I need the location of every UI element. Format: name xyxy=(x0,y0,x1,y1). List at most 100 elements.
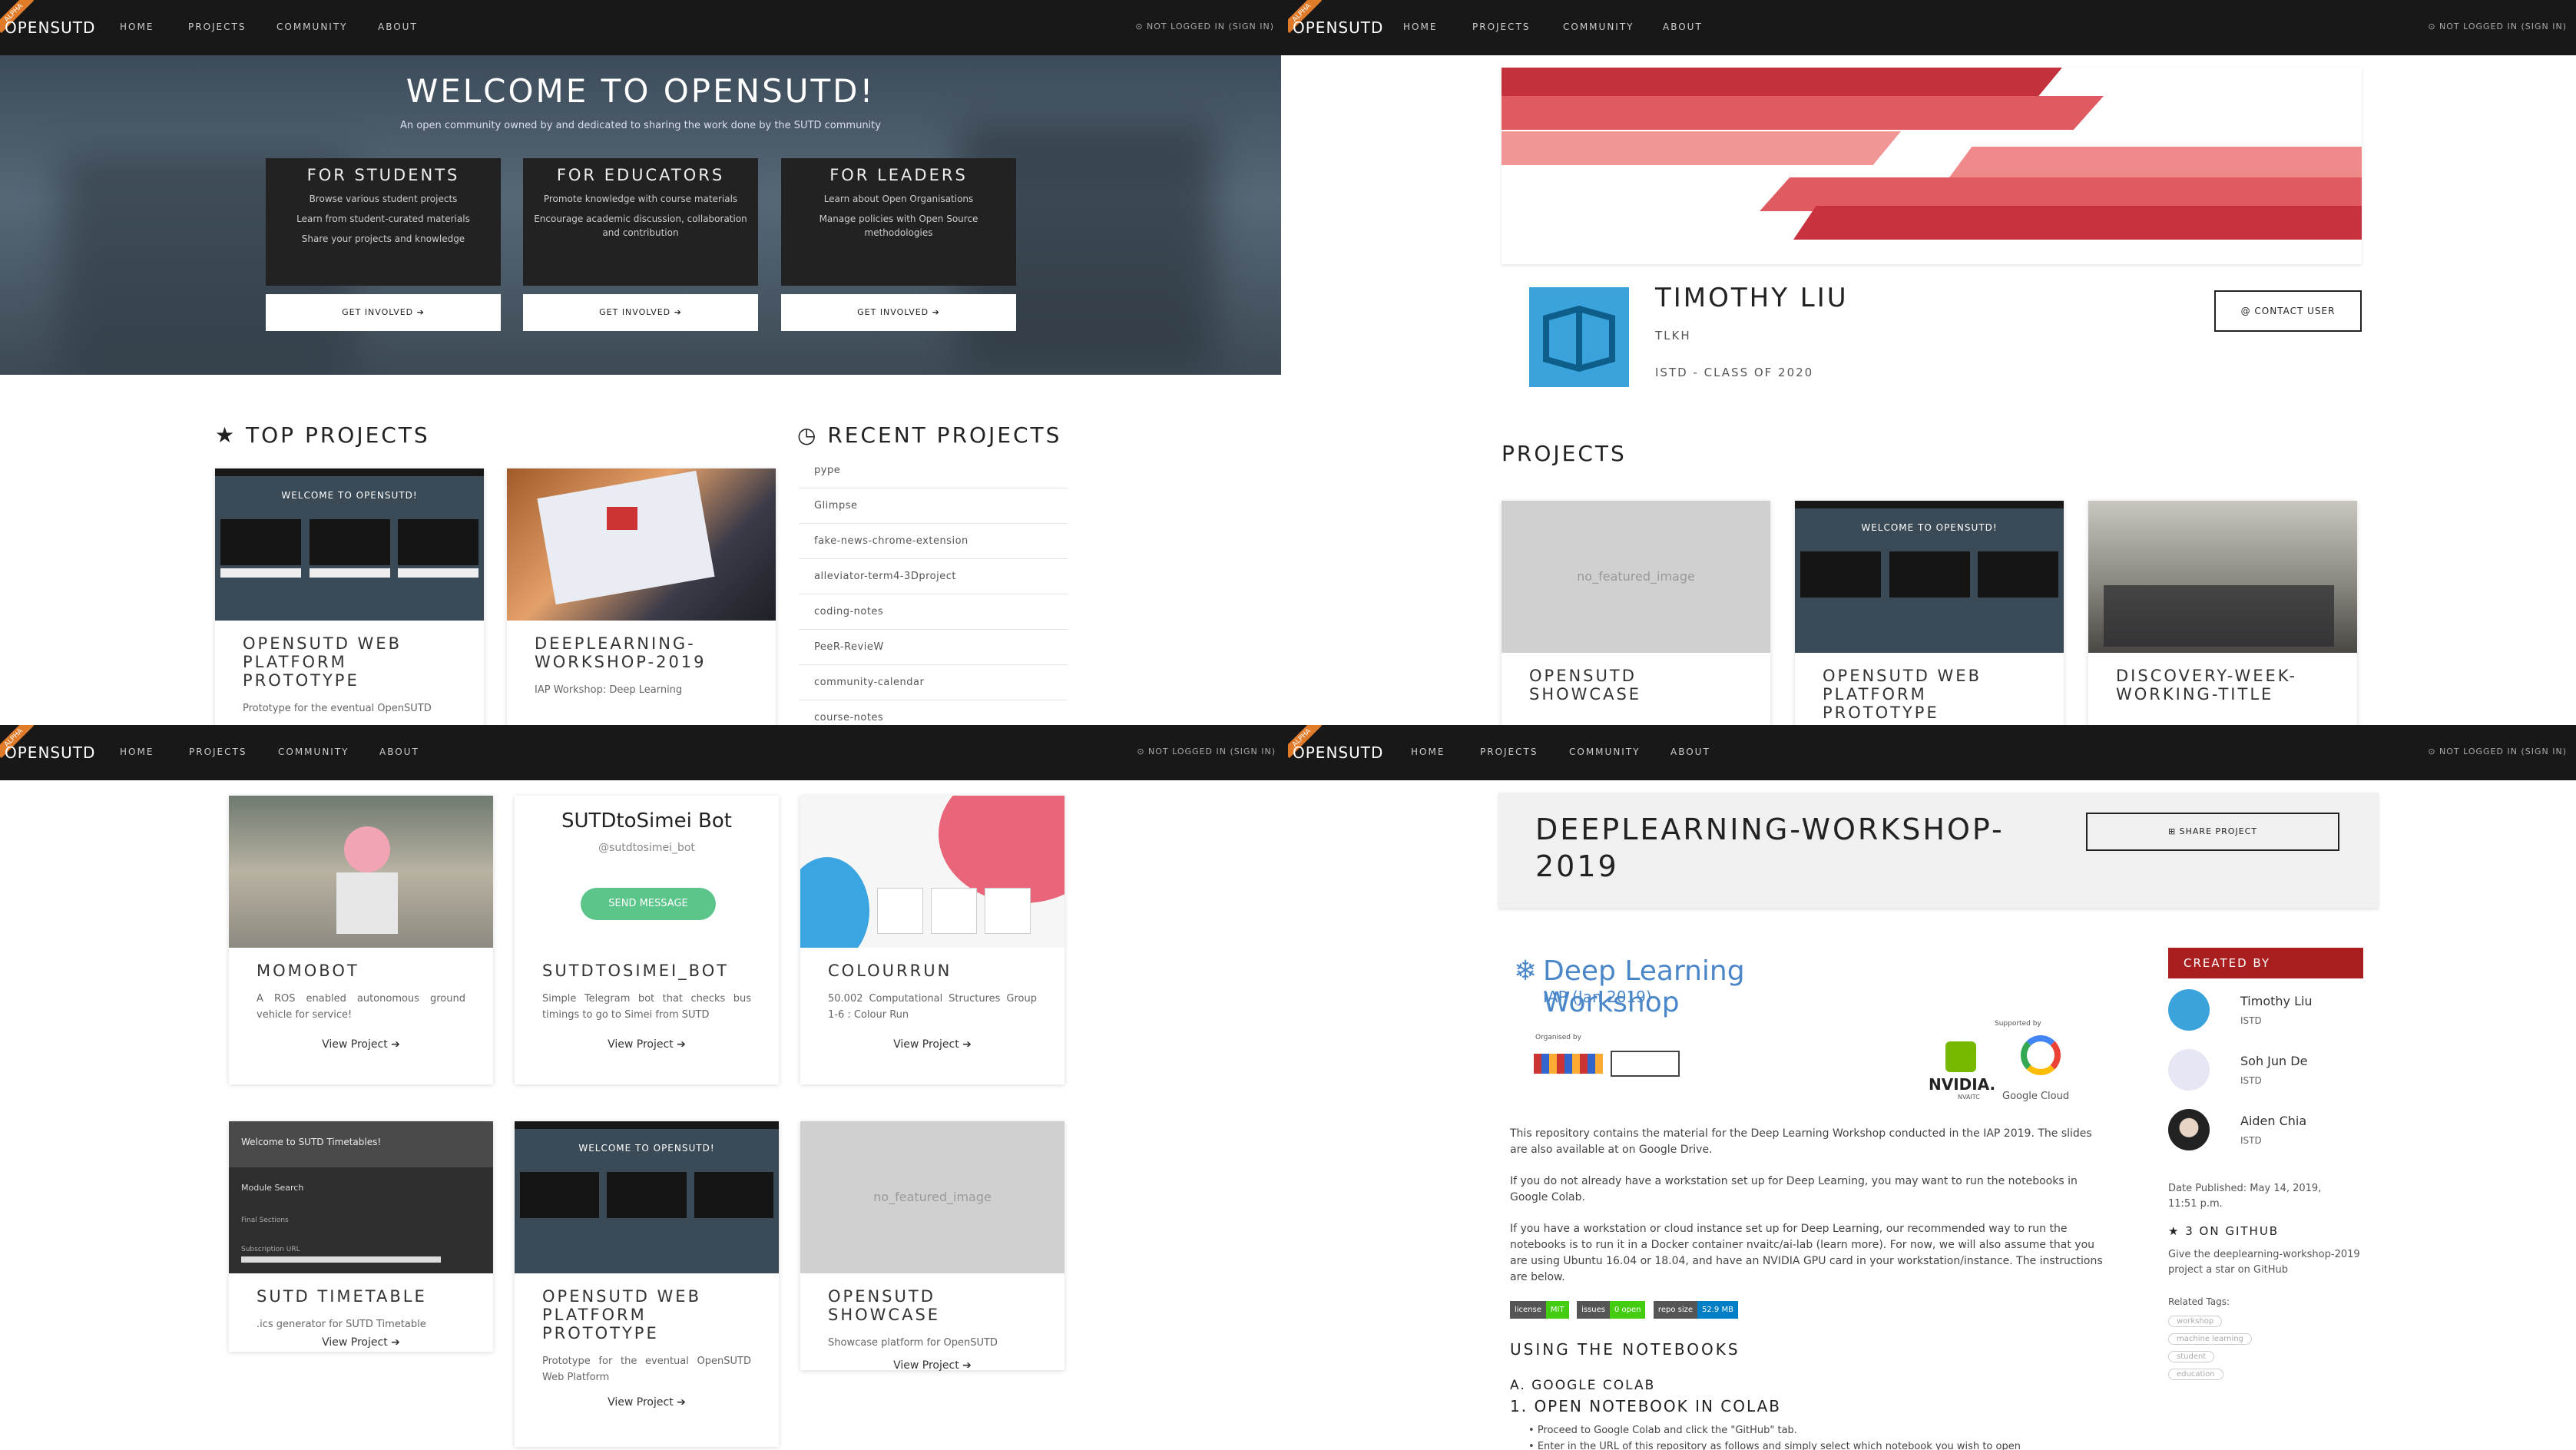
view-project-link[interactable]: View Project ➔ xyxy=(515,1396,779,1421)
mini-card xyxy=(220,519,301,565)
project-thumbnail: Welcome to SUTD Timetables! Module Searc… xyxy=(229,1121,493,1273)
bot-name: SUTDtoSimei Bot xyxy=(561,809,732,833)
project-desc: A ROS enabled autonomous ground vehicle … xyxy=(257,993,465,1021)
tag-chip[interactable]: education xyxy=(2168,1369,2223,1380)
project-card[interactable]: MOMOBOT A ROS enabled autonomous ground … xyxy=(229,796,493,1084)
avatar xyxy=(2168,989,2210,1031)
top-projects-heading: ★ TOP PROJECTS xyxy=(215,422,430,448)
recent-project-link[interactable]: course-notes xyxy=(799,700,1068,725)
send-message-button[interactable]: SEND MESSAGE xyxy=(581,888,716,920)
project-card[interactable]: Welcome to SUTD Timetables! Module Searc… xyxy=(229,1121,493,1352)
share-project-button[interactable]: ⊞ SHARE PROJECT xyxy=(2086,813,2339,851)
recent-project-link[interactable]: fake-news-chrome-extension xyxy=(799,524,1068,559)
nav-projects[interactable]: PROJECTS xyxy=(1472,22,1530,32)
date-published: Date Published: May 14, 2019, 11:51 p.m. xyxy=(2168,1183,2322,1210)
project-card[interactable]: WELCOME TO OPENSUTD! OPENSUTD WEB PLATFO… xyxy=(215,468,484,725)
github-stars[interactable]: ★ 3 ON GITHUB xyxy=(2168,1224,2279,1238)
section-heading: USING THE NOTEBOOKS xyxy=(1510,1340,1740,1359)
project-thumbnail: no_featured_image xyxy=(800,1121,1065,1273)
nav-about[interactable]: ABOUT xyxy=(1663,22,1703,32)
google-cloud-label: Google Cloud xyxy=(2002,1091,2070,1102)
site-screenshot: WELCOME TO OPENSUTD! xyxy=(1795,501,2064,653)
login-text: NOT LOGGED IN (SIGN IN) xyxy=(2439,22,2567,31)
brand-logo[interactable]: OPENSUTD xyxy=(5,18,95,37)
list-item: • Enter in the URL of this repository as… xyxy=(1510,1438,2112,1450)
sign-in-link[interactable]: ⊙ NOT LOGGED IN (SIGN IN) xyxy=(1137,747,1276,756)
recent-project-link[interactable]: Glimpse xyxy=(799,488,1068,524)
nav-community[interactable]: COMMUNITY xyxy=(1569,747,1641,757)
hero-banner: WELCOME TO OPENSUTD! An open community o… xyxy=(0,55,1281,375)
star-note: Give the deeplearning-workshop-2019 proj… xyxy=(2168,1249,2360,1276)
section-heading: A. GOOGLE COLAB xyxy=(1510,1378,1656,1393)
mini-button xyxy=(309,568,390,578)
recent-project-link[interactable]: community-calendar xyxy=(799,665,1068,700)
nvidia-label: NVIDIA. xyxy=(1929,1075,1996,1094)
project-desc: Simple Telegram bot that checks bus timi… xyxy=(542,993,751,1021)
recent-project-link[interactable]: alleviator-term4-3Dproject xyxy=(799,559,1068,594)
tile-shape xyxy=(985,888,1031,934)
sign-in-link[interactable]: ⊙ NOT LOGGED IN (SIGN IN) xyxy=(2428,747,2567,756)
robot-head xyxy=(344,826,390,872)
project-desc: Showcase platform for OpenSUTD xyxy=(828,1337,998,1349)
site-screenshot: WELCOME TO OPENSUTD! xyxy=(215,468,484,621)
nav-community[interactable]: COMMUNITY xyxy=(278,747,349,757)
view-project-link[interactable]: View Project ➔ xyxy=(229,1026,493,1063)
project-card[interactable]: WELCOME TO OPENSUTD! OPENSUTD WEB PLATFO… xyxy=(515,1121,779,1447)
readme-paragraph: If you do not already have a workstation… xyxy=(1510,1175,2078,1203)
nav-about[interactable]: ABOUT xyxy=(378,22,418,32)
supported-by-label: Supported by xyxy=(1995,1020,2041,1028)
project-card[interactable]: COLOURRUN 50.002 Computational Structure… xyxy=(800,796,1065,1084)
profile-handle: TLKH xyxy=(1655,329,1691,343)
project-card[interactable]: DISCOVERY-WEEK-WORKING-TITLE xyxy=(2088,501,2357,725)
view-project-link[interactable]: View Project ➔ xyxy=(800,1359,1065,1384)
nav-community[interactable]: COMMUNITY xyxy=(1563,22,1634,32)
get-involved-educators-button[interactable]: GET INVOLVED ➔ xyxy=(523,294,758,331)
view-project-link[interactable]: View Project ➔ xyxy=(229,1336,493,1361)
heading-text: RECENT PROJECTS xyxy=(827,422,1062,448)
brand-logo[interactable]: OPENSUTD xyxy=(5,743,95,762)
sign-in-link[interactable]: ⊙ NOT LOGGED IN (SIGN IN) xyxy=(1135,22,1274,31)
project-card[interactable]: no_featured_image OPENSUTD SHOWCASE Show… xyxy=(800,1121,1065,1372)
project-title: DISCOVERY-WEEK-WORKING-TITLE xyxy=(2116,667,2297,703)
login-text: NOT LOGGED IN (SIGN IN) xyxy=(1147,22,1274,31)
nav-projects[interactable]: PROJECTS xyxy=(189,747,247,757)
tile-shape xyxy=(931,888,977,934)
recent-project-link[interactable]: coding-notes xyxy=(799,594,1068,630)
brand-logo[interactable]: OPENSUTD xyxy=(1293,743,1383,762)
view-project-link[interactable]: View Project ➔ xyxy=(515,1026,779,1063)
nav-home[interactable]: HOME xyxy=(1411,747,1445,757)
nav-about[interactable]: ABOUT xyxy=(379,747,419,757)
contact-user-button[interactable]: @ CONTACT USER xyxy=(2214,290,2362,332)
tag-list: workshop machine learning student educat… xyxy=(2168,1312,2306,1382)
button-label: CONTACT USER xyxy=(2254,306,2336,316)
sign-in-link[interactable]: ⊙ NOT LOGGED IN (SIGN IN) xyxy=(2428,22,2567,31)
nav-about[interactable]: ABOUT xyxy=(1670,747,1710,757)
nav-projects[interactable]: PROJECTS xyxy=(1480,747,1538,757)
brand-logo[interactable]: OPENSUTD xyxy=(1293,18,1383,37)
workshop-title: Deep Learning Workshop xyxy=(1543,955,1745,1018)
nav-home[interactable]: HOME xyxy=(120,22,154,32)
tag-chip[interactable]: workshop xyxy=(2168,1316,2223,1327)
nav-community[interactable]: COMMUNITY xyxy=(276,22,348,32)
bullet-text: Proceed to Google Colab and click the "G… xyxy=(1537,1425,1797,1436)
mini-card xyxy=(1889,551,1970,598)
project-card[interactable]: SUTDtoSimei Bot @sutdtosimei_bot SEND ME… xyxy=(515,796,779,1084)
tag-chip[interactable]: student xyxy=(2168,1351,2215,1362)
creator-school: ISTD xyxy=(2240,1135,2262,1146)
recent-project-link[interactable]: PeeR-RevieW xyxy=(799,630,1068,665)
project-thumbnail: no_featured_image xyxy=(1502,501,1770,653)
view-project-link[interactable]: View Project ➔ xyxy=(800,1026,1065,1063)
profile-name: TIMOTHY LIU xyxy=(1655,283,1849,313)
project-card[interactable]: WELCOME TO OPENSUTD! OPENSUTD WEB PLATFO… xyxy=(1795,501,2064,725)
project-desc: .ics generator for SUTD Timetable xyxy=(257,1319,426,1330)
nav-projects[interactable]: PROJECTS xyxy=(188,22,246,32)
get-involved-students-button[interactable]: GET INVOLVED ➔ xyxy=(266,294,501,331)
nav-home[interactable]: HOME xyxy=(120,747,154,757)
nav-home[interactable]: HOME xyxy=(1403,22,1437,32)
recent-project-link[interactable]: pype xyxy=(799,453,1068,488)
tag-chip[interactable]: machine learning xyxy=(2168,1333,2252,1345)
badge-value: 0 open xyxy=(1609,1301,1646,1319)
project-card[interactable]: no_featured_image OPENSUTD SHOWCASE xyxy=(1502,501,1770,725)
project-card[interactable]: DEEPLEARNING-WORKSHOP-2019 IAP Workshop:… xyxy=(507,468,776,725)
get-involved-leaders-button[interactable]: GET INVOLVED ➔ xyxy=(781,294,1016,331)
